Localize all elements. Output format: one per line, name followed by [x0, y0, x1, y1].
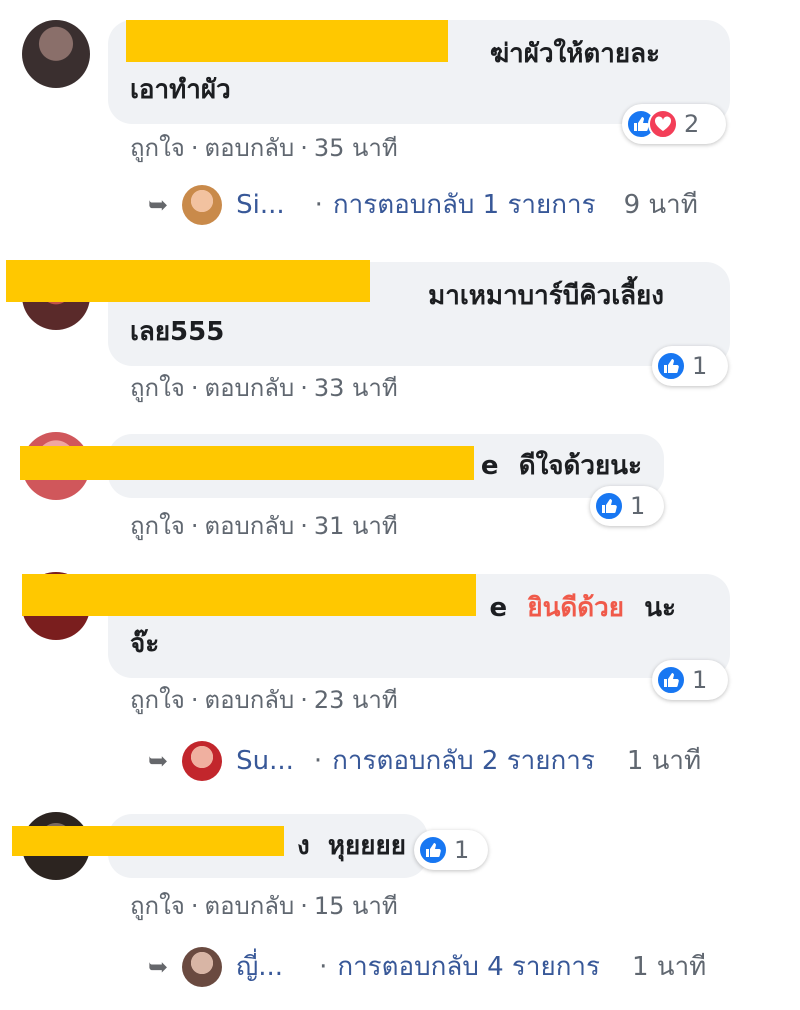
comment-text-line2: เอาทำผัว	[130, 75, 231, 105]
redaction-block	[22, 574, 476, 616]
comment-time[interactable]: 31 นาที	[314, 512, 398, 540]
reply-count: การตอบกลับ 4 รายการ	[337, 952, 600, 982]
reaction-count: 1	[692, 352, 708, 380]
comment-actions: ถูกใจ · ตอบกลับ · 31 นาที	[130, 512, 398, 540]
comment-text-fragment: ง	[296, 831, 310, 861]
reaction-summary[interactable]: 1	[652, 346, 728, 386]
reply-arrow-icon: ➥	[148, 190, 169, 219]
like-link[interactable]: ถูกใจ	[130, 512, 185, 540]
comment-time[interactable]: 33 นาที	[314, 374, 398, 402]
reaction-count: 1	[692, 666, 708, 694]
like-icon	[418, 835, 448, 865]
reply-link[interactable]: ตอบกลับ	[204, 512, 294, 540]
reaction-summary[interactable]: 1	[414, 830, 488, 870]
view-replies-link[interactable]: ➥ Si... · การตอบกลับ 1 รายการ 9 นาที	[148, 184, 698, 225]
reaction-count: 1	[454, 836, 470, 864]
comment-text-fragment: e	[480, 451, 499, 481]
reaction-count: 1	[630, 492, 646, 520]
redaction-block	[20, 446, 474, 480]
redaction-block	[126, 20, 448, 62]
reply-avatar	[182, 184, 223, 225]
comment-text: นะ	[644, 593, 676, 623]
comment-time[interactable]: 35 นาที	[314, 134, 398, 162]
comment-highlight-text: ยินดีด้วย	[527, 593, 624, 623]
commenter-avatar[interactable]	[22, 20, 90, 88]
comment-text: มาเหมาบาร์บีคิวเลี้ยง	[428, 281, 664, 311]
reply-link[interactable]: ตอบกลับ	[204, 686, 294, 714]
comment-time[interactable]: 23 นาที	[314, 686, 398, 714]
reply-time: 1 นาที	[632, 952, 707, 982]
comment-text: ฆ่าผัวให้ตายละ	[489, 39, 660, 69]
comment-text: หุยยยย	[327, 831, 406, 861]
comment-text-line2: จ๊ะ	[130, 629, 160, 659]
view-replies-link[interactable]: ➥ Su... · การตอบกลับ 2 รายการ 1 นาที	[148, 740, 701, 781]
comment-time[interactable]: 15 นาที	[314, 892, 398, 920]
reaction-summary[interactable]: 1	[590, 486, 664, 526]
like-icon	[656, 351, 686, 381]
reply-link[interactable]: ตอบกลับ	[204, 374, 294, 402]
reaction-summary[interactable]: 2	[622, 104, 726, 144]
like-icon	[594, 491, 624, 521]
reply-avatar	[182, 740, 223, 781]
comment-text: ดีใจด้วยนะ	[518, 451, 642, 481]
comment-text-line2: เลย555	[130, 317, 225, 347]
love-icon	[648, 109, 678, 139]
like-link[interactable]: ถูกใจ	[130, 134, 185, 162]
reply-count: การตอบกลับ 2 รายการ	[332, 746, 595, 776]
reaction-count: 2	[684, 110, 700, 138]
reply-author: Si...	[236, 189, 285, 220]
redaction-block	[6, 260, 370, 302]
reply-link[interactable]: ตอบกลับ	[204, 134, 294, 162]
comment-text-fragment: e	[489, 593, 508, 623]
reply-arrow-icon: ➥	[148, 746, 169, 775]
comment-actions: ถูกใจ · ตอบกลับ · 35 นาที	[130, 134, 398, 162]
reply-arrow-icon: ➥	[148, 952, 169, 981]
reply-time: 1 นาที	[626, 746, 702, 776]
reaction-summary[interactable]: 1	[652, 660, 728, 700]
reply-link[interactable]: ตอบกลับ	[204, 892, 294, 920]
reply-avatar	[182, 946, 223, 987]
reply-author: ญี่...	[236, 952, 284, 982]
comment-actions: ถูกใจ · ตอบกลับ · 23 นาที	[130, 686, 398, 714]
comment-actions: ถูกใจ · ตอบกลับ · 33 นาที	[130, 374, 398, 402]
reply-time: 9 นาที	[623, 190, 698, 220]
reply-author: Su...	[236, 745, 294, 776]
comment-actions: ถูกใจ · ตอบกลับ · 15 นาที	[130, 892, 398, 920]
redaction-block	[12, 826, 284, 856]
comments-page: ฆ่าผัวให้ตายละ เอาทำผัว 2 ถูกใจ · ตอบกลับ ·…	[0, 0, 800, 1010]
view-replies-link[interactable]: ➥ ญี่... · การตอบกลับ 4 รายการ 1 นาที	[148, 946, 706, 987]
like-link[interactable]: ถูกใจ	[130, 892, 185, 920]
like-icon	[656, 665, 686, 695]
like-link[interactable]: ถูกใจ	[130, 686, 185, 714]
like-link[interactable]: ถูกใจ	[130, 374, 185, 402]
reply-count: การตอบกลับ 1 รายการ	[332, 190, 596, 220]
